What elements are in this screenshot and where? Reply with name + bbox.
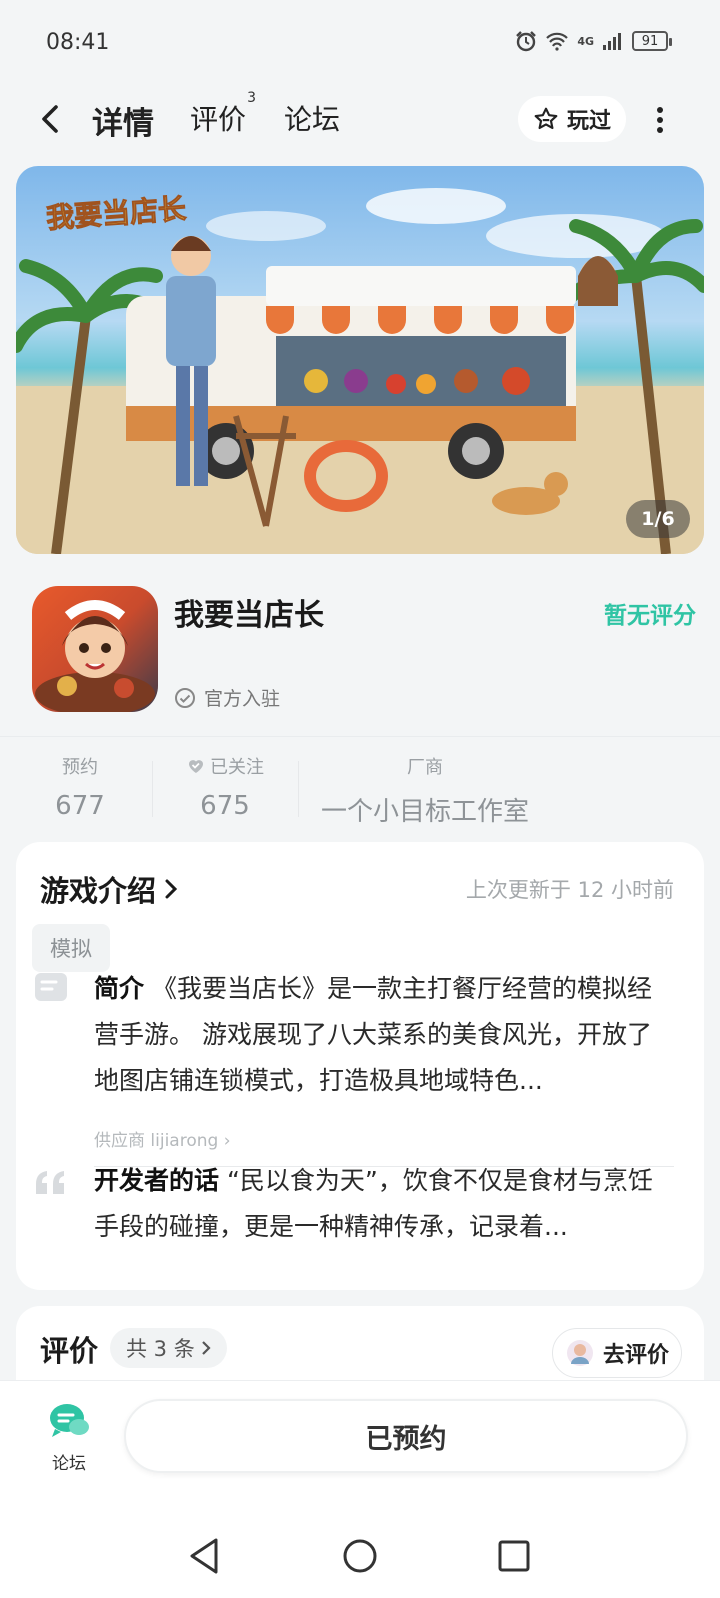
more-options-icon[interactable] xyxy=(650,104,670,134)
stat-developer[interactable]: 厂商 一个小目标工作室 xyxy=(310,753,540,828)
game-title: 我要当店长 xyxy=(174,598,324,633)
update-time: 上次更新于 12 小时前 xyxy=(465,878,674,902)
forum-button[interactable]: 论坛 xyxy=(40,1401,98,1474)
tab-label: 论坛 xyxy=(284,103,341,136)
screenshot-carousel[interactable]: 我要当店长 1/6 xyxy=(16,166,704,554)
star-outline-icon xyxy=(534,107,558,130)
intro-title-link[interactable]: 游戏介绍 xyxy=(40,868,178,910)
forum-label: 论坛 xyxy=(52,1454,86,1474)
wifi-icon xyxy=(546,32,569,51)
official-label: 官方入驻 xyxy=(204,688,281,710)
intro-title: 游戏介绍 xyxy=(40,874,157,908)
stat-label: 预约 xyxy=(62,757,98,778)
chevron-right-icon: › xyxy=(223,1131,231,1151)
network-type: 4G xyxy=(577,34,594,48)
signal-icon xyxy=(603,33,621,50)
divider xyxy=(152,761,153,817)
avatar-icon xyxy=(566,1340,593,1366)
app-icon xyxy=(32,586,158,712)
stat-label: 厂商 xyxy=(407,757,443,778)
supplier-text: 供应商 lijiarong xyxy=(94,1131,219,1151)
clock: 08:41 xyxy=(46,30,110,55)
system-home-icon[interactable] xyxy=(340,1536,380,1576)
summary-text: 《我要当店长》是一款主打餐厅经营的模拟经营手游。 游戏展现了八大菜系的美食风光，… xyxy=(94,974,652,1095)
go-rate-button[interactable]: 去评价 xyxy=(552,1328,682,1378)
tab-details[interactable]: 详情 xyxy=(88,98,158,143)
heart-check-icon xyxy=(189,760,203,773)
divider xyxy=(298,761,299,817)
back-arrow-icon[interactable] xyxy=(36,102,66,136)
played-button[interactable]: 玩过 xyxy=(518,96,626,142)
system-recents-icon[interactable] xyxy=(494,1536,534,1576)
stat-followers[interactable]: 已关注 675 xyxy=(170,753,280,821)
reserved-button[interactable]: 已预约 xyxy=(124,1399,688,1473)
stat-label-text: 已关注 xyxy=(210,757,264,778)
score-label: 暂无评分 xyxy=(604,603,696,629)
tab-label: 详情 xyxy=(92,106,154,142)
chevron-right-icon xyxy=(201,1341,211,1355)
stat-value: 675 xyxy=(200,791,250,821)
developer-note[interactable]: 开发者的话 “民以食为天”，饮食不仅是食材与烹饪手段的碰撞，更是一种精神传承，记… xyxy=(94,1158,674,1250)
rating-title: 评价 xyxy=(40,1334,99,1368)
stat-value: 一个小目标工作室 xyxy=(320,797,529,827)
check-circle-icon xyxy=(175,687,195,708)
top-nav: 详情 评价 3 论坛 玩过 xyxy=(0,88,720,154)
status-bar: 08:41 4G 91 xyxy=(0,0,720,88)
battery-icon: 91 xyxy=(632,31,672,51)
game-summary[interactable]: 简介 《我要当店长》是一款主打餐厅经营的模拟经营手游。 游戏展现了八大菜系的美食… xyxy=(94,966,674,1104)
stat-reservations: 预约 677 xyxy=(30,753,130,821)
official-badge: 官方入驻 xyxy=(174,684,280,711)
tab-forum[interactable]: 论坛 xyxy=(284,98,340,138)
stat-label: 已关注 xyxy=(170,753,280,779)
tab-label: 评价 xyxy=(190,103,247,136)
developer-label: 开发者的话 xyxy=(94,1166,220,1195)
system-back-icon[interactable] xyxy=(186,1536,226,1576)
rating-count-link[interactable]: 共 3 条 xyxy=(110,1328,227,1368)
tab-reviews[interactable]: 评价 3 xyxy=(190,90,256,138)
genre-tag[interactable]: 模拟 xyxy=(32,924,110,972)
go-rate-label: 去评价 xyxy=(602,1343,669,1368)
played-label: 玩过 xyxy=(566,109,611,134)
carousel-counter: 1/6 xyxy=(626,500,690,538)
chat-bubble-icon xyxy=(50,1404,89,1437)
chevron-right-icon xyxy=(165,879,178,899)
status-icons: 4G 91 xyxy=(515,30,672,52)
alarm-icon xyxy=(516,31,537,52)
stat-value: 677 xyxy=(55,791,105,821)
stats-row: 预约 677 已关注 675 厂商 一个小目标工作室 xyxy=(0,736,720,836)
summary-label: 简介 xyxy=(94,974,145,1003)
review-count-badge: 3 xyxy=(247,90,257,106)
quote-icon xyxy=(36,1171,64,1194)
supplier-link[interactable]: 供应商 lijiarong › xyxy=(94,1126,231,1151)
app-icon-art xyxy=(35,600,155,712)
game-intro-card: 游戏介绍 上次更新于 12 小时前 模拟 简介 《我要当店长》是一款主打餐厅经营… xyxy=(16,842,704,1290)
summary-icon xyxy=(35,973,67,1001)
rating-count: 共 3 条 xyxy=(126,1337,195,1361)
